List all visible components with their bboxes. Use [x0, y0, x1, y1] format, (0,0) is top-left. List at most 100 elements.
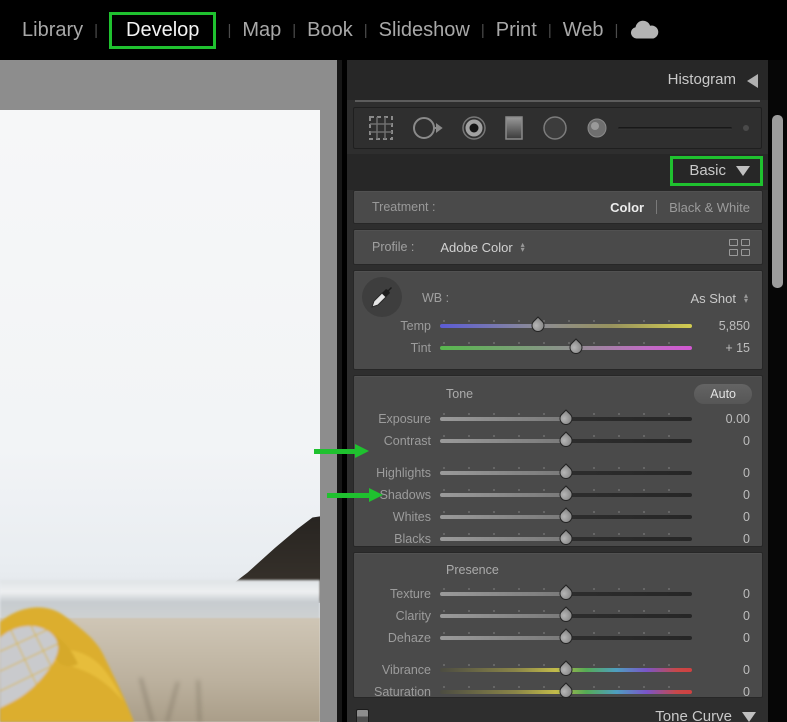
- slider-track-whites[interactable]: [440, 507, 692, 526]
- slider-label-clarity: Clarity: [395, 609, 431, 623]
- slider-row-highlights: Highlights 0: [354, 462, 762, 484]
- slider-value-vibrance[interactable]: 0: [692, 663, 750, 677]
- annotation-arrow-whites: [327, 488, 383, 502]
- slider-track-clarity[interactable]: [440, 606, 692, 625]
- tone-section: Tone Auto Exposure 0.00 Contrast 0 Highlight…: [353, 375, 763, 550]
- tone-header-row: Tone Auto: [354, 380, 762, 408]
- wb-value-dropdown[interactable]: As Shot ▴ ▾: [690, 291, 748, 306]
- slider-label-dehaze: Dehaze: [387, 631, 431, 645]
- crop-overlay-icon[interactable]: [366, 114, 396, 142]
- slider-track-exposure[interactable]: [440, 409, 692, 428]
- treatment-options: Color Black & White: [610, 200, 750, 215]
- slider-label-temp: Temp: [400, 319, 431, 333]
- slider-value-texture[interactable]: 0: [692, 587, 750, 601]
- slider-track-highlights[interactable]: [440, 463, 692, 482]
- slider-row-tint: Tint + 15: [354, 337, 762, 359]
- cloud-sync-icon[interactable]: [629, 19, 659, 41]
- basic-panel-toggle[interactable]: Basic: [670, 156, 763, 186]
- panel-switch-icon[interactable]: [356, 709, 369, 722]
- lightroom-window: Library | Develop | Map | Book | Slideshow | Print…: [0, 0, 787, 722]
- slider-value-contrast[interactable]: 0: [692, 434, 750, 448]
- graduated-filter-icon[interactable]: [503, 114, 525, 142]
- panel-scrollbar-track[interactable]: [768, 60, 787, 722]
- radial-filter-icon[interactable]: [540, 114, 570, 142]
- slider-track-contrast[interactable]: [440, 431, 692, 450]
- slider-label-whites: Whites: [392, 510, 431, 524]
- menu-separator: |: [547, 21, 552, 39]
- adjustment-brush-icon[interactable]: [585, 114, 609, 142]
- profile-updown-icon[interactable]: ▴ ▾: [521, 241, 525, 254]
- slider-value-clarity[interactable]: 0: [692, 609, 750, 623]
- wb-updown-icon: ▴ ▾: [743, 291, 748, 305]
- slider-label-saturation: Saturation: [374, 685, 431, 699]
- histogram-title: Histogram: [667, 71, 736, 88]
- profile-value-dropdown[interactable]: Adobe Color: [440, 240, 512, 255]
- red-eye-icon[interactable]: [460, 114, 488, 142]
- brush-size-slider[interactable]: [618, 126, 732, 130]
- profile-browser-icon[interactable]: [729, 238, 750, 256]
- menu-separator: |: [363, 21, 368, 39]
- menu-separator: |: [292, 21, 297, 39]
- slider-row-clarity: Clarity 0: [354, 605, 762, 627]
- treatment-color-option[interactable]: Color: [610, 200, 644, 215]
- menu-item-slideshow[interactable]: Slideshow: [377, 15, 472, 46]
- wb-sliders: Temp 5,850 Tint + 15: [354, 315, 762, 359]
- basic-panel-header: Basic: [347, 154, 768, 190]
- photo-canvas-area: [0, 60, 342, 722]
- slider-ticks: [443, 320, 689, 322]
- slider-value-whites[interactable]: 0: [692, 510, 750, 524]
- photo-person-yellow-jacket: [0, 607, 134, 722]
- slider-track-temp[interactable]: [440, 316, 692, 335]
- slider-track-tint[interactable]: [440, 338, 692, 357]
- slider-track-blacks[interactable]: [440, 529, 692, 548]
- slider-track-shadows[interactable]: [440, 485, 692, 504]
- slider-value-blacks[interactable]: 0: [692, 532, 750, 546]
- slider-value-tint[interactable]: + 15: [692, 341, 750, 355]
- menu-item-book[interactable]: Book: [305, 15, 355, 46]
- slider-track-texture[interactable]: [440, 584, 692, 603]
- slider-ticks: [443, 342, 689, 344]
- slider-row-blacks: Blacks 0: [354, 528, 762, 550]
- collapse-down-icon: [742, 712, 756, 722]
- tone-sliders: Exposure 0.00 Contrast 0 Highlights 0 Shadows 0…: [354, 408, 762, 550]
- menu-separator: |: [227, 21, 232, 39]
- slider-value-dehaze[interactable]: 0: [692, 631, 750, 645]
- menu-item-map[interactable]: Map: [240, 15, 283, 46]
- presence-header: Presence: [446, 563, 499, 577]
- module-picker: Library | Develop | Map | Book | Slideshow | Print…: [0, 0, 787, 60]
- slider-value-shadows[interactable]: 0: [692, 488, 750, 502]
- main-content: Histogram Basic Treatment: Color Black …: [0, 60, 787, 722]
- menu-item-web[interactable]: Web: [561, 15, 606, 46]
- slider-track-dehaze[interactable]: [440, 628, 692, 647]
- presence-sliders: Texture 0 Clarity 0 Dehaze 0 Vibrance 0 Saturati…: [354, 583, 762, 703]
- white-balance-section: WB : As Shot ▴ ▾ Temp 5,850 Tint + 15: [353, 270, 763, 370]
- presence-header-row: Presence: [354, 557, 762, 583]
- auto-button[interactable]: Auto: [694, 384, 752, 404]
- photo[interactable]: [0, 110, 320, 722]
- slider-track-saturation[interactable]: [440, 682, 692, 701]
- menu-separator: |: [614, 21, 619, 39]
- slider-row-saturation: Saturation 0: [354, 681, 762, 703]
- basic-title: Basic: [689, 162, 726, 179]
- slider-label-highlights: Highlights: [376, 466, 431, 480]
- panel-scrollbar-thumb[interactable]: [772, 115, 783, 288]
- wb-eyedropper-icon[interactable]: [362, 277, 402, 317]
- slider-value-saturation[interactable]: 0: [692, 685, 750, 699]
- treatment-section: Treatment : Color Black & White: [353, 190, 763, 224]
- histogram-panel-header[interactable]: Histogram: [347, 60, 768, 100]
- spot-removal-icon[interactable]: [411, 114, 445, 142]
- slider-value-temp[interactable]: 5,850: [692, 319, 750, 333]
- slider-value-highlights[interactable]: 0: [692, 466, 750, 480]
- treatment-bw-option[interactable]: Black & White: [669, 200, 750, 215]
- slider-value-exposure[interactable]: 0.00: [692, 412, 750, 426]
- slider-row-vibrance: Vibrance 0: [354, 659, 762, 681]
- collapse-down-icon: [736, 165, 750, 176]
- wb-label: WB :: [422, 291, 450, 305]
- profile-section: Profile : Adobe Color ▴ ▾: [353, 229, 763, 265]
- tone-curve-panel-header[interactable]: Tone Curve: [347, 703, 768, 722]
- menu-item-library[interactable]: Library: [20, 15, 85, 46]
- treatment-label: Treatment :: [372, 200, 436, 214]
- menu-item-print[interactable]: Print: [494, 15, 539, 46]
- menu-item-develop[interactable]: Develop: [109, 11, 217, 49]
- slider-track-vibrance[interactable]: [440, 660, 692, 679]
